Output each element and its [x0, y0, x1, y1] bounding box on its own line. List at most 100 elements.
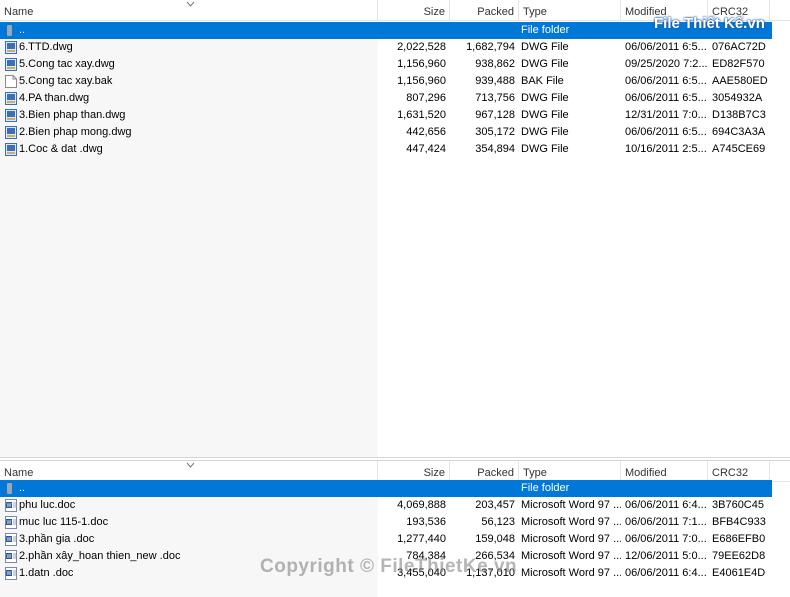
- file-crc: 79EE62D8: [712, 550, 766, 562]
- filethietke-logo: File Thiết Kế.vn: [654, 15, 765, 32]
- column-header-packed[interactable]: Packed: [450, 461, 519, 481]
- file-crc: ED82F570: [712, 58, 765, 70]
- file-packed-size: 713,756: [475, 92, 515, 104]
- file-size: 2,022,528: [397, 41, 446, 53]
- row-type: File folder: [521, 24, 570, 36]
- file-type: Microsoft Word 97 ...: [521, 550, 621, 562]
- file-name: 4.PA than.dwg: [19, 92, 90, 104]
- file-type: BAK File: [521, 75, 564, 87]
- column-header-type[interactable]: Type: [519, 0, 621, 20]
- file-name: 1.Coc & dat .dwg: [19, 143, 103, 155]
- file-size: 1,631,520: [397, 109, 446, 121]
- blank-file-icon: [5, 75, 17, 88]
- file-crc: 3054932A: [712, 92, 763, 104]
- file-modified: 06/06/2011 6:5...: [625, 126, 707, 138]
- dwg-file-icon: [5, 109, 17, 122]
- file-packed-size: 1,682,794: [466, 41, 515, 53]
- column-header-name[interactable]: Name: [0, 461, 378, 481]
- file-type: DWG File: [521, 58, 569, 70]
- row-name: ..: [19, 24, 26, 36]
- file-row[interactable]: W 3.phần gia .doc 1,277,440 159,048 Microsof…: [0, 531, 772, 548]
- file-size: 807,296: [406, 92, 446, 104]
- file-row[interactable]: 3.Bien phap than.dwg 1,631,520 967,128 DWG …: [0, 107, 772, 124]
- file-modified: 06/06/2011 7:1...: [625, 516, 707, 528]
- file-row[interactable]: 5.Cong tac xay.bak 1,156,960 939,488 BAK Fi…: [0, 73, 772, 90]
- file-name: 5.Cong tac xay.bak: [19, 75, 113, 87]
- file-type: DWG File: [521, 126, 569, 138]
- file-row[interactable]: 4.PA than.dwg 807,296 713,756 DWG File 06/06…: [0, 90, 772, 107]
- file-size: 447,424: [406, 143, 446, 155]
- file-crc: AAE580ED: [712, 75, 768, 87]
- file-name: 2.Bien phap mong.dwg: [19, 126, 132, 138]
- svg-text:W: W: [7, 554, 12, 560]
- file-type: Microsoft Word 97 ...: [521, 516, 621, 528]
- file-packed-size: 56,123: [481, 516, 515, 528]
- file-modified: 06/06/2011 6:4...: [625, 567, 707, 579]
- file-modified: 10/16/2011 2:5...: [625, 143, 707, 155]
- file-row[interactable]: Wmuc luc 115-1.doc 193,536 56,123 Microsoft…: [0, 514, 772, 531]
- top-file-list[interactable]: Name Size Packed Type Modified CRC32 .. …: [0, 0, 790, 458]
- file-modified: 12/31/2011 7:0...: [625, 109, 707, 121]
- row-type: File folder: [521, 482, 570, 494]
- file-packed-size: 938,862: [475, 58, 515, 70]
- file-row[interactable]: 2.Bien phap mong.dwg 442,656 305,172 DWG Fi…: [0, 124, 772, 141]
- file-row[interactable]: Wphu luc.doc 4,069,888 203,457 Microsoft Wo…: [0, 497, 772, 514]
- dwg-file-icon: [5, 41, 17, 54]
- file-size: 442,656: [406, 126, 446, 138]
- file-row[interactable]: 5.Cong tac xay.dwg 1,156,960 938,862 DWG Fi…: [0, 56, 772, 73]
- file-packed-size: 354,894: [475, 143, 515, 155]
- dwg-file-icon: [5, 58, 17, 71]
- file-name: 3.phần gia .doc: [19, 533, 95, 545]
- column-header-packed[interactable]: Packed: [450, 0, 519, 20]
- file-type: DWG File: [521, 92, 569, 104]
- svg-text:W: W: [7, 503, 12, 509]
- file-size: 1,156,960: [397, 58, 446, 70]
- svg-text:W: W: [7, 571, 12, 577]
- column-header-name[interactable]: Name: [0, 0, 378, 20]
- file-name: 6.TTD.dwg: [19, 41, 73, 53]
- file-packed-size: 305,172: [475, 126, 515, 138]
- copyright-watermark: Copyright © FileThietKe.vn: [260, 556, 518, 577]
- file-type: DWG File: [521, 41, 569, 53]
- bottom-list-header: Name Size Packed Type Modified CRC32: [0, 461, 790, 482]
- file-packed-size: 159,048: [475, 533, 515, 545]
- file-modified: 06/06/2011 6:5...: [625, 41, 707, 53]
- sort-chevron-icon: [186, 462, 195, 468]
- column-header-size[interactable]: Size: [378, 0, 450, 20]
- column-header-modified[interactable]: Modified: [621, 461, 708, 481]
- file-name: phu luc.doc: [19, 499, 76, 511]
- file-size: 4,069,888: [397, 499, 446, 511]
- word-doc-icon: W: [5, 499, 17, 512]
- column-header-crc[interactable]: CRC32: [708, 461, 770, 481]
- svg-text:W: W: [7, 520, 12, 526]
- file-type: DWG File: [521, 109, 569, 121]
- parent-folder-icon: [7, 483, 12, 494]
- dwg-file-icon: [5, 126, 17, 139]
- file-name: 5.Cong tac xay.dwg: [19, 58, 115, 70]
- file-row[interactable]: 1.Coc & dat .dwg 447,424 354,894 DWG File 10…: [0, 141, 772, 158]
- sort-chevron-icon: [186, 1, 195, 7]
- word-doc-icon: W: [5, 550, 17, 563]
- file-size: 1,277,440: [397, 533, 446, 545]
- file-packed-size: 203,457: [475, 499, 515, 511]
- parent-folder-row[interactable]: .. File folder: [0, 480, 772, 497]
- file-modified: 06/06/2011 6:5...: [625, 75, 707, 87]
- file-type: DWG File: [521, 143, 569, 155]
- file-name: muc luc 115-1.doc: [19, 516, 109, 528]
- file-modified: 06/06/2011 6:4...: [625, 499, 707, 511]
- column-header-type[interactable]: Type: [519, 461, 621, 481]
- word-doc-icon: W: [5, 567, 17, 580]
- file-type: Microsoft Word 97 ...: [521, 533, 621, 545]
- dwg-file-icon: [5, 143, 17, 156]
- file-crc: BFB4C933: [712, 516, 766, 528]
- file-modified: 06/06/2011 6:5...: [625, 92, 707, 104]
- file-packed-size: 939,488: [475, 75, 515, 87]
- file-row[interactable]: 6.TTD.dwg 2,022,528 1,682,794 DWG File 06/06…: [0, 39, 772, 56]
- file-size: 1,156,960: [397, 75, 446, 87]
- file-modified: 12/06/2011 5:0...: [625, 550, 707, 562]
- file-name: 3.Bien phap than.dwg: [19, 109, 126, 121]
- file-type: Microsoft Word 97 ...: [521, 567, 621, 579]
- file-crc: E4061E4D: [712, 567, 766, 579]
- file-size: 193,536: [406, 516, 446, 528]
- column-header-size[interactable]: Size: [378, 461, 450, 481]
